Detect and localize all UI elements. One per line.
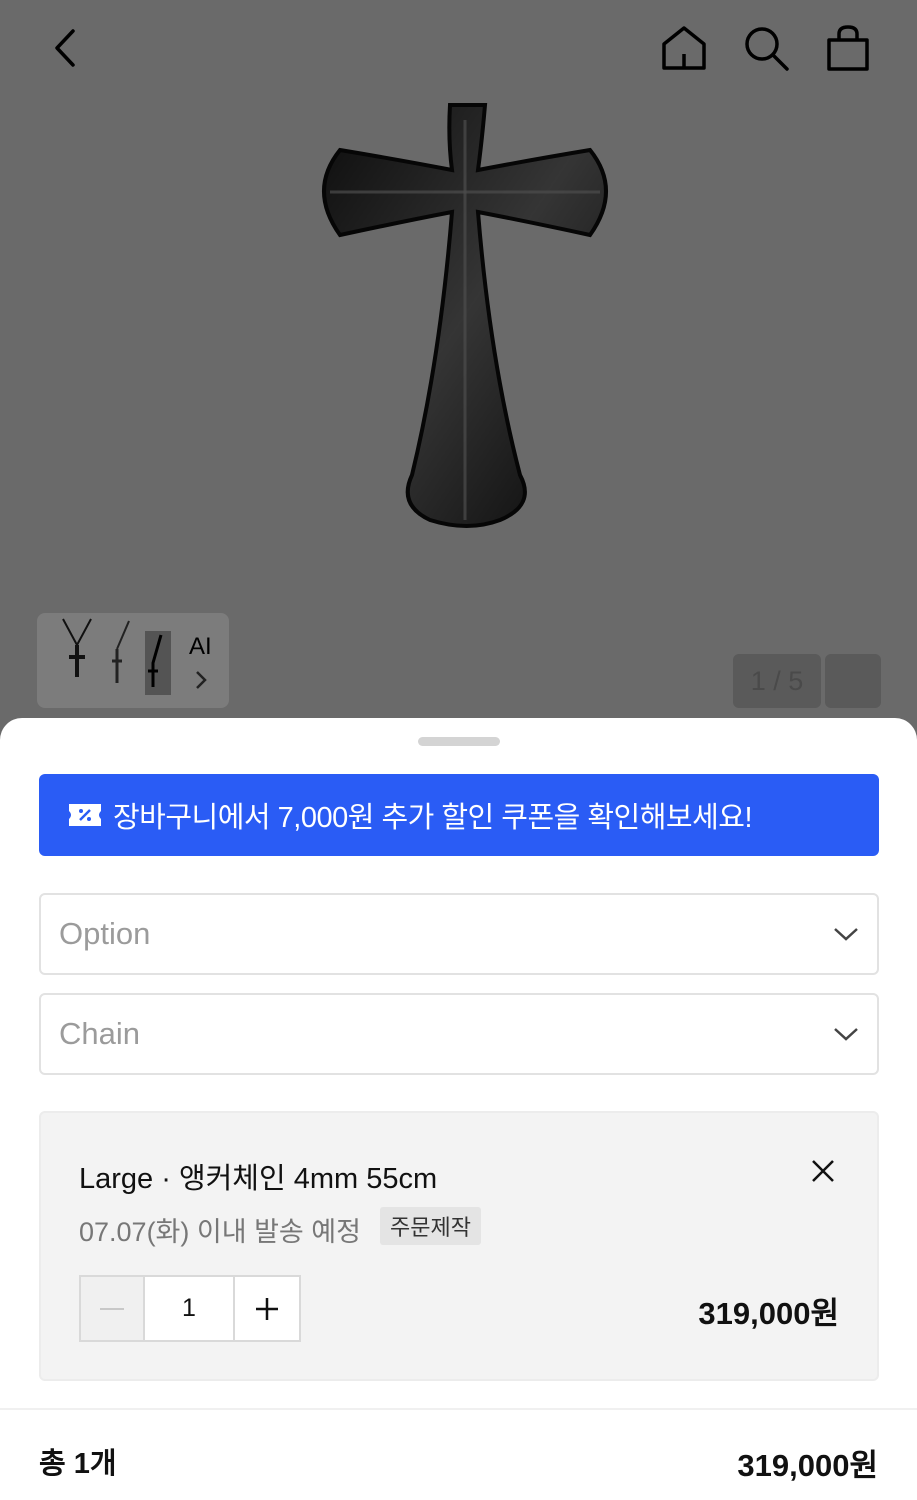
search-button[interactable] <box>738 20 794 76</box>
home-icon <box>662 26 706 70</box>
sheet-drag-handle[interactable] <box>418 737 500 746</box>
plus-icon <box>256 1297 278 1320</box>
expand-image-button[interactable] <box>825 654 881 708</box>
quantity-value[interactable]: 1 <box>145 1277 235 1340</box>
chevron-down-icon <box>834 928 858 941</box>
option-select[interactable]: Option <box>39 893 879 975</box>
thumbnail-images <box>62 618 171 695</box>
cart-button[interactable] <box>820 20 876 76</box>
summary-divider <box>0 1408 917 1410</box>
image-counter: 1 / 5 <box>733 654 821 708</box>
decrease-quantity-button[interactable] <box>81 1277 145 1340</box>
coupon-icon <box>69 804 101 826</box>
option-bottom-sheet: 장바구니에서 7,000원 추가 할인 쿠폰을 확인해보세요! Option C… <box>0 718 917 1500</box>
expand-icon <box>838 666 868 696</box>
coupon-banner-text: 장바구니에서 7,000원 추가 할인 쿠폰을 확인해보세요! <box>113 802 753 834</box>
chevron-left-icon <box>55 29 75 67</box>
option-select-label: Option <box>59 916 151 951</box>
close-icon <box>812 1160 834 1182</box>
selected-item-card: Large · 앵커체인 4mm 55cm 07.07(화) 이내 발송 예정 … <box>39 1111 879 1381</box>
search-icon <box>745 27 789 71</box>
ai-label: AI <box>189 633 212 660</box>
shopping-bag-icon <box>827 25 869 71</box>
increase-quantity-button[interactable] <box>235 1277 299 1340</box>
quantity-stepper: 1 <box>79 1275 301 1342</box>
home-button[interactable] <box>656 20 712 76</box>
remove-item-button[interactable] <box>805 1153 841 1189</box>
ai-thumbnail-strip[interactable]: AI <box>37 613 229 708</box>
chevron-down-icon <box>834 1028 858 1041</box>
top-navigation <box>0 0 917 95</box>
total-count: 총 1개 <box>39 1448 117 1480</box>
coupon-banner[interactable]: 장바구니에서 7,000원 추가 할인 쿠폰을 확인해보세요! <box>39 774 879 856</box>
selected-item-name: Large · 앵커체인 4mm 55cm <box>79 1163 438 1195</box>
chain-select[interactable]: Chain <box>39 993 879 1075</box>
selected-item-price: 319,000원 <box>698 1296 839 1331</box>
shipping-estimate: 07.07(화) 이내 발송 예정 <box>79 1217 361 1247</box>
chevron-right-icon <box>196 671 207 689</box>
back-button[interactable] <box>36 20 92 76</box>
made-to-order-badge: 주문제작 <box>380 1207 481 1245</box>
chain-select-label: Chain <box>59 1016 140 1051</box>
minus-icon <box>100 1307 124 1310</box>
total-price: 319,000원 <box>737 1448 878 1483</box>
